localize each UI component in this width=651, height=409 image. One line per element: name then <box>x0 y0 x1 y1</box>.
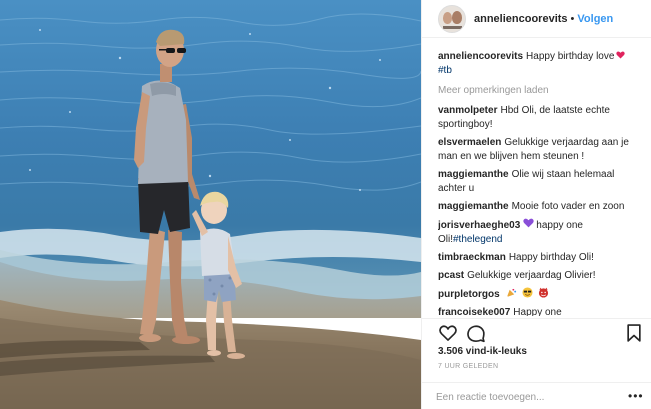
post-timestamp: 7 UUR GELEDEN <box>438 363 499 370</box>
comment-username[interactable]: maggiemanthe <box>438 169 509 180</box>
party-popper-emoji-icon <box>507 288 517 298</box>
caption: anneliencoorevits Happy birthday love #tb <box>438 50 642 78</box>
comment: timbraeckman Happy birthday Oli! <box>438 251 642 265</box>
post-photo[interactable] <box>0 0 421 409</box>
speech-bubble-icon[interactable] <box>466 323 486 343</box>
comment: vanmolpeter Hbd Oli, de laatste echte spo… <box>438 104 642 132</box>
load-more-comments-link[interactable]: Meer opmerkingen laden <box>438 84 642 98</box>
header-separator: • <box>570 12 575 25</box>
comment: maggiemanthe Olie wij staan helemaal acht… <box>438 168 642 196</box>
purple-heart-emoji-icon <box>523 218 534 228</box>
more-options-button[interactable]: ••• <box>628 390 644 402</box>
comment-username[interactable]: jorisverhaeghe03 <box>438 220 520 231</box>
red-heart-emoji-icon <box>616 51 626 59</box>
comment-text: Happy birthday Oli! <box>508 252 594 263</box>
comment-text: Happy one <box>513 307 562 316</box>
comment-username[interactable]: maggiemanthe <box>438 201 509 212</box>
comment-text: Gelukkige verjaardag Olivier! <box>467 270 596 281</box>
comment-username[interactable]: pcast <box>438 270 464 281</box>
comment-username[interactable]: purpletorgos <box>438 289 500 300</box>
heart-outline-icon[interactable] <box>438 323 458 343</box>
comment-username[interactable]: elsvermaelen <box>438 137 501 148</box>
caption-hashtag[interactable]: #tb <box>438 65 452 76</box>
comment-hashtag[interactable]: #thelegend <box>453 234 503 245</box>
profile-avatar[interactable] <box>438 4 466 33</box>
smiling-devil-emoji-icon <box>538 287 549 298</box>
sunglasses-face-emoji-icon <box>522 287 533 298</box>
comment-text: Mooie foto vader en zoon <box>511 201 625 212</box>
post-sidebar: anneliencoorevits • Volgen anneliencoore… <box>421 0 651 409</box>
comment: francoiseke007 Happy one <box>438 306 642 316</box>
comment-username[interactable]: vanmolpeter <box>438 105 497 116</box>
caption-username[interactable]: anneliencoorevits <box>438 51 523 62</box>
bookmark-icon[interactable] <box>624 323 644 343</box>
caption-text: Happy birthday love <box>526 51 615 62</box>
comment-username[interactable]: francoiseke007 <box>438 307 510 316</box>
comment: maggiemanthe Mooie foto vader en zoon <box>438 200 642 214</box>
comment: purpletorgos <box>438 287 642 302</box>
likes-count[interactable]: 3.506 vind-ik-leuks <box>438 346 527 357</box>
follow-button[interactable]: Volgen <box>577 13 613 25</box>
comments-list[interactable]: anneliencoorevits Happy birthday love #tb… <box>438 50 642 316</box>
beach-photo-father-and-son <box>0 0 421 409</box>
add-comment-input[interactable] <box>436 389 616 405</box>
post-header: anneliencoorevits • Volgen <box>422 0 651 38</box>
comment: elsvermaelen Gelukkige verjaardag aan je … <box>438 136 642 164</box>
comment: jorisverhaeghe03 happy one Oli!#thelegend <box>438 218 642 247</box>
comment-username[interactable]: timbraeckman <box>438 252 506 263</box>
instagram-post: anneliencoorevits • Volgen anneliencoore… <box>0 0 651 409</box>
add-comment-bar: ••• <box>422 382 651 409</box>
action-bar <box>422 318 651 344</box>
header-username[interactable]: anneliencoorevits <box>474 13 568 25</box>
comment: pcast Gelukkige verjaardag Olivier! <box>438 269 642 283</box>
